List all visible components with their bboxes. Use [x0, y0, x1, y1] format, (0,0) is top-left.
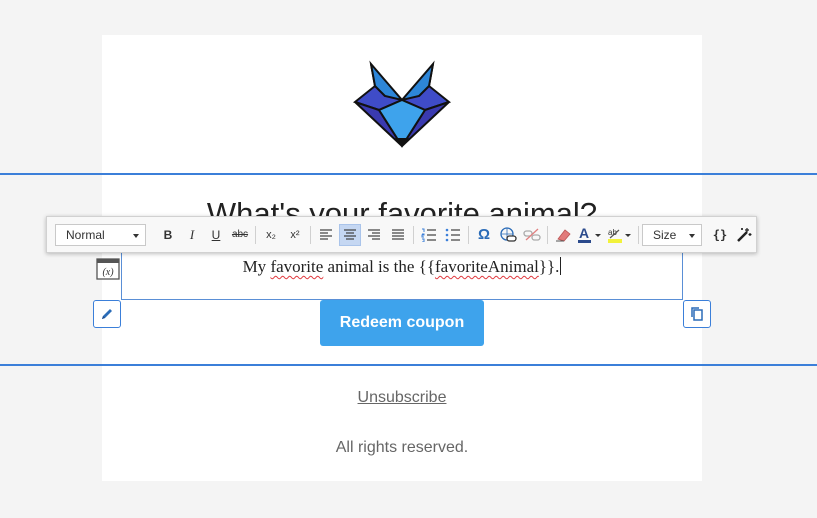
format-select[interactable]: Normal — [55, 223, 146, 246]
align-right-button[interactable] — [363, 224, 385, 246]
text-color-icon: A — [578, 226, 601, 243]
underline-icon: U — [211, 227, 221, 242]
font-size-select[interactable]: Size — [642, 223, 702, 246]
text-segment: animal is the {{ — [323, 257, 435, 276]
eraser-icon — [556, 228, 571, 241]
toolbar-separator — [468, 225, 469, 244]
align-justify-button[interactable] — [387, 224, 409, 246]
merge-tag: favoriteAnimal — [434, 257, 539, 276]
italic-icon: I — [189, 226, 195, 242]
align-center-icon — [344, 228, 356, 240]
bold-icon: B — [163, 227, 173, 242]
highlight-color-button[interactable]: ab — [606, 224, 634, 246]
email-headline[interactable]: What's your favorite animal? — [102, 194, 702, 218]
var-icon-label: (x) — [102, 267, 114, 278]
special-character-button[interactable]: Ω — [473, 224, 495, 246]
redeem-coupon-button[interactable]: Redeem coupon — [320, 300, 484, 346]
align-left-button[interactable] — [315, 224, 337, 246]
rich-text-toolbar: Normal B I U abc x₂ x² Ω A ab Size {} — [46, 216, 757, 253]
numbered-list-icon — [421, 228, 436, 242]
code-braces-icon: {} — [712, 227, 728, 242]
magic-wand-icon — [737, 227, 752, 242]
toolbar-separator — [413, 225, 414, 244]
magic-wand-button[interactable] — [733, 224, 755, 246]
bullet-list-icon — [445, 228, 460, 241]
toolbar-separator — [310, 225, 311, 244]
toolbar-separator — [638, 225, 639, 244]
subscript-icon: x₂ — [266, 228, 276, 241]
text-caret — [560, 257, 562, 275]
strikethrough-button[interactable]: abc — [229, 224, 251, 246]
chevron-down-icon — [689, 233, 695, 238]
svg-text:A: A — [579, 226, 589, 241]
text-segment: }}. — [538, 257, 560, 276]
chevron-down-icon — [133, 233, 139, 238]
underline-button[interactable]: U — [205, 224, 227, 246]
unlink-button[interactable] — [521, 224, 543, 246]
text-segment: My — [242, 257, 271, 276]
align-right-icon — [368, 228, 380, 240]
align-center-button[interactable] — [339, 223, 361, 246]
numbered-list-button[interactable] — [418, 224, 440, 246]
bullet-list-button[interactable] — [442, 224, 464, 246]
superscript-icon: x² — [290, 228, 300, 241]
merge-variable-icon[interactable]: (x) — [96, 258, 120, 280]
unlink-icon — [523, 228, 541, 241]
omega-icon: Ω — [477, 226, 491, 243]
text-color-button[interactable]: A — [576, 224, 604, 246]
editable-text-block[interactable]: My favorite animal is the {{favoriteAnim… — [102, 257, 702, 277]
align-justify-icon — [392, 228, 404, 240]
superscript-button[interactable]: x² — [284, 224, 306, 246]
bold-button[interactable]: B — [157, 224, 179, 246]
toolbar-separator — [547, 225, 548, 244]
strikethrough-icon: abc — [231, 229, 249, 240]
font-size-select-value: Size — [653, 227, 677, 242]
footer-text: All rights reserved. — [335, 439, 469, 456]
copy-icon — [691, 307, 703, 321]
duplicate-block-button[interactable] — [683, 300, 711, 328]
edit-block-button[interactable] — [93, 300, 121, 328]
subscript-button[interactable]: x₂ — [260, 224, 282, 246]
insert-link-button[interactable] — [497, 224, 519, 246]
pencil-icon — [102, 309, 112, 319]
highlight-icon: ab — [608, 228, 631, 243]
fox-logo-icon — [352, 60, 452, 148]
link-icon — [500, 226, 517, 242]
remove-format-button[interactable] — [552, 224, 574, 246]
misspelled-word: favorite — [270, 257, 324, 276]
italic-button[interactable]: I — [181, 224, 203, 246]
toolbar-separator — [255, 225, 256, 244]
source-code-button[interactable]: {} — [709, 224, 731, 246]
unsubscribe-link[interactable]: Unsubscribe — [102, 389, 702, 407]
format-select-value: Normal — [66, 227, 105, 242]
align-left-icon — [320, 228, 332, 240]
